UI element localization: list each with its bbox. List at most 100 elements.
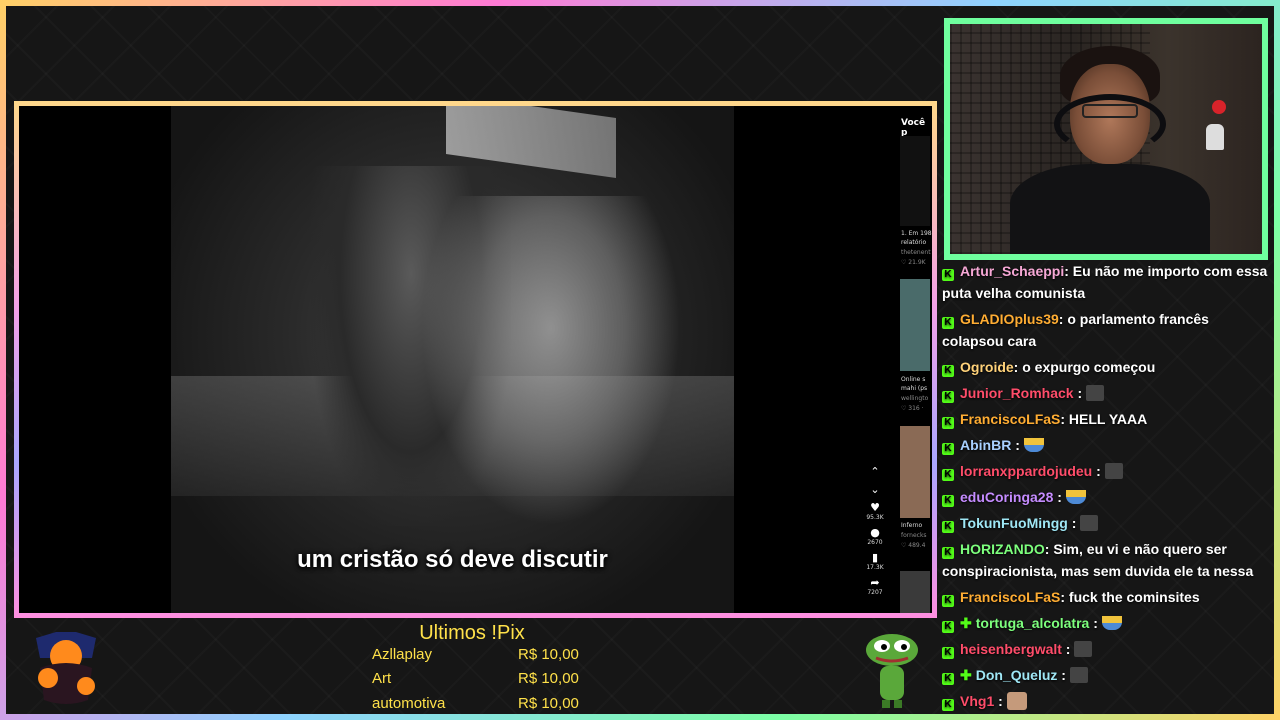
chat-username[interactable]: FranciscoLFaS bbox=[960, 589, 1060, 605]
scroll-down-button[interactable]: ⌄ bbox=[863, 484, 887, 496]
headset-icon bbox=[1054, 94, 1166, 154]
chat-text: : o expurgo começou bbox=[1013, 359, 1156, 375]
comment-count: 2670 bbox=[867, 539, 883, 546]
chat-text: : bbox=[994, 693, 1003, 709]
share-button[interactable]: ➦ 7207 bbox=[863, 576, 887, 597]
chat-message: K FranciscoLFaS: HELL YAAA bbox=[940, 408, 1270, 430]
chat-emote-icon bbox=[1101, 616, 1122, 630]
video-player[interactable]: um cristão só deve discutir ⌃ ⌄ ♥ 95.3K ●… bbox=[19, 106, 932, 613]
kick-badge-icon: K bbox=[942, 365, 954, 377]
chat-emote-icon bbox=[1006, 692, 1027, 710]
comment-icon: ● bbox=[870, 526, 880, 539]
share-icon: ➦ bbox=[870, 576, 880, 589]
chat-text: : bbox=[1057, 667, 1066, 683]
pix-name: Art bbox=[372, 670, 392, 687]
chat-text: : bbox=[1089, 615, 1098, 631]
chat-username[interactable]: Junior_Romhack bbox=[960, 385, 1074, 401]
chat-username[interactable]: AbinBR bbox=[960, 437, 1011, 453]
chat-emote-icon bbox=[1069, 667, 1088, 683]
chat-emote-icon bbox=[1074, 641, 1093, 657]
related-videos-panel: Você p 1. Em 198 relatório thetenent ♡ 2… bbox=[889, 106, 932, 613]
related-text: 1. Em 198 bbox=[901, 230, 932, 237]
related-text: Inferno bbox=[901, 522, 923, 529]
related-thumb[interactable] bbox=[900, 571, 930, 613]
related-author: wellingto bbox=[901, 395, 929, 402]
related-likes: ♡ 489.4 bbox=[901, 542, 926, 549]
pix-title: Ultimos !Pix bbox=[419, 622, 525, 644]
kick-badge-icon: K bbox=[942, 673, 954, 685]
video-frame: um cristão só deve discutir ⌃ ⌄ ♥ 95.3K ●… bbox=[14, 101, 937, 618]
related-author: fornecks bbox=[901, 532, 927, 539]
kick-badge-icon: K bbox=[942, 647, 954, 659]
chat-message: K ✚ tortuga_alcolatra : bbox=[940, 612, 1270, 634]
chat-message: K AbinBR : bbox=[940, 434, 1270, 456]
chat-message: Klorranxppardojudeu : bbox=[940, 460, 1270, 482]
like-count: 95.3K bbox=[866, 514, 884, 521]
chat-text: : bbox=[1053, 489, 1062, 505]
subscriber-badge-icon: ✚ bbox=[960, 615, 972, 631]
pix-name: Azllaplay bbox=[372, 646, 433, 663]
pix-value: R$ 10,00 bbox=[518, 646, 579, 663]
chat-username[interactable]: Vhg1 bbox=[960, 693, 994, 709]
heart-icon: ♥ bbox=[870, 501, 880, 514]
related-thumb[interactable] bbox=[900, 426, 930, 518]
chat-username[interactable]: tortuga_alcolatra bbox=[976, 615, 1090, 631]
chat-username[interactable]: eduCoringa28 bbox=[960, 489, 1053, 505]
chat-username[interactable]: Artur_Schaeppi bbox=[960, 263, 1064, 279]
chat-username[interactable]: Ogroide bbox=[960, 359, 1014, 375]
chat-message: K HORIZANDO: Sim, eu vi e não quero ser c… bbox=[940, 538, 1270, 582]
chat-text: : bbox=[1067, 515, 1077, 531]
kick-badge-icon: K bbox=[942, 621, 954, 633]
chat-text: : bbox=[1073, 385, 1083, 401]
related-text: Online s bbox=[901, 376, 926, 383]
chat-username[interactable]: heisenbergwalt bbox=[960, 641, 1062, 657]
chat-username[interactable]: GLADIOplus39 bbox=[960, 311, 1059, 327]
comment-button[interactable]: ● 2670 bbox=[863, 526, 887, 547]
chat-username[interactable]: lorranxppardojudeu bbox=[960, 463, 1092, 479]
chat-message: KeduCoringa28 : bbox=[940, 486, 1270, 508]
chat-emote-icon bbox=[1104, 463, 1123, 479]
scroll-up-button[interactable]: ⌃ bbox=[863, 466, 887, 478]
chat-message: K GLADIOplus39: o parlamento francês cola… bbox=[940, 308, 1270, 352]
chat-text: : bbox=[1061, 641, 1071, 657]
related-thumb[interactable] bbox=[900, 279, 930, 371]
kick-badge-icon: K bbox=[942, 269, 954, 281]
related-thumb[interactable] bbox=[900, 136, 930, 226]
related-likes: ♡ 21.9K bbox=[901, 259, 926, 266]
related-text: relatório bbox=[901, 239, 927, 246]
pix-value: R$ 10,00 bbox=[518, 695, 579, 712]
chat-message: K Junior_Romhack : bbox=[940, 382, 1270, 404]
chat-emote-icon bbox=[1023, 438, 1044, 452]
chat-message: K TokunFuoMingg : bbox=[940, 512, 1270, 534]
chevron-down-icon: ⌄ bbox=[870, 483, 880, 496]
like-button[interactable]: ♥ 95.3K bbox=[863, 501, 887, 522]
chat-message: K Ogroide: o expurgo começou bbox=[940, 356, 1270, 378]
webcam-frame bbox=[944, 18, 1268, 260]
subscriber-badge-icon: ✚ bbox=[960, 667, 972, 683]
kick-badge-icon: K bbox=[942, 595, 954, 607]
video-frame-image: um cristão só deve discutir bbox=[171, 106, 734, 613]
chat-username[interactable]: FranciscoLFaS bbox=[960, 411, 1060, 427]
chat-message: K Artur_Schaeppi: Eu não me importo com e… bbox=[940, 260, 1270, 304]
save-button[interactable]: ▮ 17.3K bbox=[863, 552, 887, 572]
chat-text: : bbox=[1011, 437, 1020, 453]
horse-region bbox=[421, 196, 681, 526]
chevron-up-icon: ⌃ bbox=[870, 465, 880, 478]
related-text: mahi (ps bbox=[901, 385, 928, 392]
chat-username[interactable]: TokunFuoMingg bbox=[960, 515, 1068, 531]
chat-username[interactable]: Don_Queluz bbox=[976, 667, 1058, 683]
mug bbox=[1212, 100, 1226, 114]
kick-badge-icon: K bbox=[942, 495, 954, 507]
pix-name: automotiva bbox=[372, 695, 446, 712]
chat-emote-icon bbox=[1065, 490, 1086, 504]
chat-text: : HELL YAAA bbox=[1060, 411, 1148, 427]
related-author: thetenent bbox=[901, 249, 931, 256]
chat-username[interactable]: HORIZANDO bbox=[960, 541, 1045, 557]
streamer-body bbox=[1010, 164, 1210, 254]
kick-badge-icon: K bbox=[942, 547, 954, 559]
chat-message: K FranciscoLFaS: fuck the cominsites bbox=[940, 586, 1270, 608]
pepe-icon bbox=[866, 634, 918, 708]
related-title: Você p bbox=[901, 118, 926, 138]
chat-message: Kheisenbergwalt : bbox=[940, 638, 1270, 660]
kick-badge-icon: K bbox=[942, 469, 954, 481]
